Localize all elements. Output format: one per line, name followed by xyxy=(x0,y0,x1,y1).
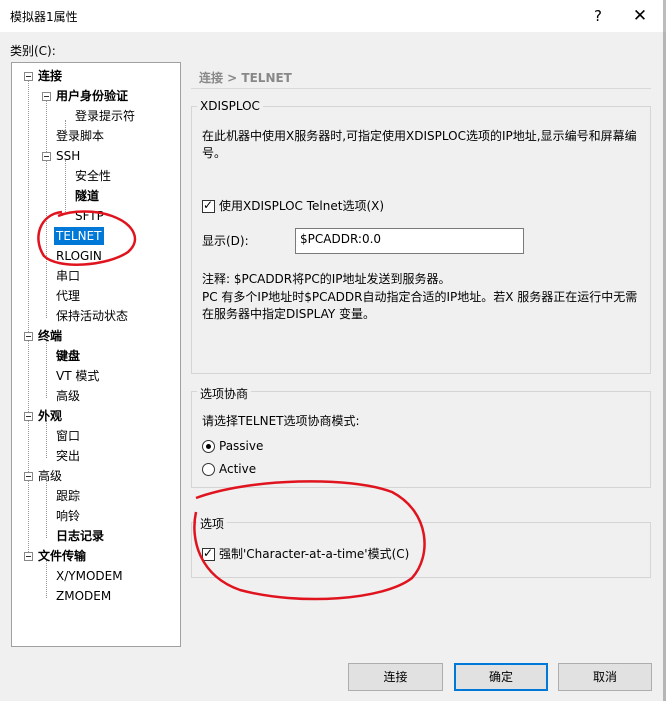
annotation-overlay xyxy=(37,210,426,601)
options-circle-annotation xyxy=(193,480,426,601)
telnet-circle-annotation xyxy=(37,210,137,266)
